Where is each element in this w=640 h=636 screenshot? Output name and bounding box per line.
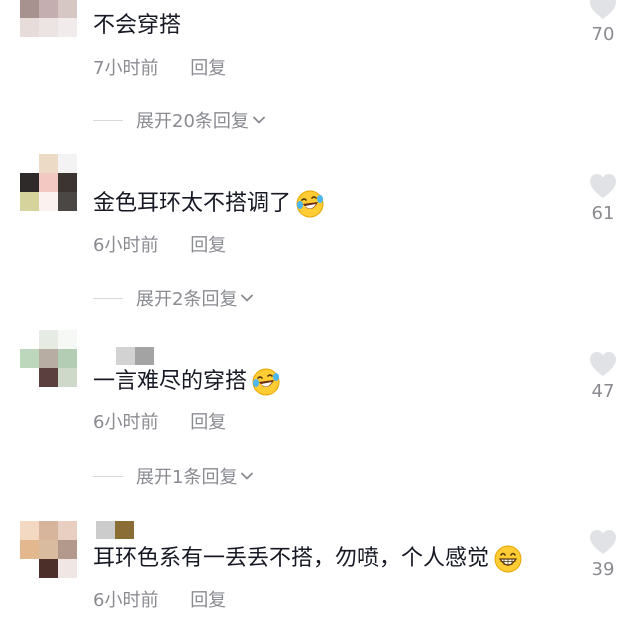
avatar-pixel bbox=[58, 540, 77, 559]
comment-text: 耳环色系有一丢丢不搭，勿喷，个人感觉 bbox=[93, 544, 523, 574]
reply-button[interactable]: 回复 bbox=[190, 235, 226, 256]
avatar-pixel bbox=[58, 192, 77, 211]
chevron-down-icon bbox=[241, 472, 254, 480]
avatar-pixel bbox=[20, 559, 39, 578]
avatar-pixel bbox=[39, 368, 58, 387]
avatar-pixel bbox=[39, 330, 58, 349]
comment-text-content: 一言难尽的穿搭 bbox=[93, 369, 248, 394]
chevron-down-icon bbox=[253, 116, 265, 124]
reply-button[interactable]: 回复 bbox=[190, 58, 226, 79]
comment-text-content: 耳环色系有一丢丢不搭，勿喷，个人感觉 bbox=[93, 546, 490, 571]
divider-line bbox=[93, 119, 123, 121]
avatar[interactable] bbox=[20, 154, 77, 211]
avatar-pixel bbox=[58, 154, 77, 173]
comment-time: 6小时前 bbox=[93, 235, 159, 256]
heart-icon bbox=[590, 530, 616, 554]
avatar-pixel bbox=[20, 192, 39, 211]
avatar-pixel bbox=[58, 368, 77, 387]
avatar-pixel bbox=[39, 18, 58, 37]
like-count: 39 bbox=[591, 559, 615, 580]
avatar-pixel bbox=[20, 521, 39, 540]
like-button[interactable]: 61 bbox=[586, 173, 620, 224]
grinning-emoji bbox=[494, 545, 522, 573]
avatar-pixel bbox=[20, 173, 39, 192]
comment-text: 一言难尽的穿搭 bbox=[93, 367, 281, 397]
avatar-pixel bbox=[58, 173, 77, 192]
like-button[interactable]: 47 bbox=[586, 351, 620, 402]
comment-time: 7小时前 bbox=[93, 58, 159, 79]
avatar[interactable] bbox=[20, 0, 77, 37]
avatar-pixel bbox=[39, 173, 58, 192]
avatar-pixel bbox=[39, 521, 58, 540]
username-pixel bbox=[116, 347, 135, 365]
comment-text: 不会穿搭 bbox=[93, 11, 181, 41]
avatar-pixel bbox=[58, 349, 77, 368]
avatar-pixel bbox=[20, 18, 39, 37]
reply-button[interactable]: 回复 bbox=[190, 590, 226, 611]
divider-line bbox=[93, 475, 123, 477]
laughing-tears-emoji bbox=[252, 368, 280, 396]
avatar-pixel bbox=[39, 154, 58, 173]
avatar-pixel bbox=[39, 540, 58, 559]
comment-meta: 6小时前 回复 bbox=[93, 586, 226, 612]
comment-text: 金色耳环太不搭调了 bbox=[93, 189, 325, 219]
avatar-pixel bbox=[58, 18, 77, 37]
avatar-pixel bbox=[58, 0, 77, 18]
expand-replies-label: 展开2条回复 bbox=[136, 289, 238, 310]
heart-icon bbox=[590, 174, 616, 198]
like-count: 70 bbox=[591, 24, 615, 45]
avatar[interactable] bbox=[20, 330, 77, 387]
username-pixel bbox=[96, 521, 115, 539]
avatar-pixel bbox=[39, 0, 58, 18]
comment-meta: 6小时前 回复 bbox=[93, 231, 226, 257]
username-pixel bbox=[115, 521, 134, 539]
username-pixel bbox=[135, 347, 154, 365]
comment-time: 6小时前 bbox=[93, 590, 159, 611]
expand-replies-label: 展开20条回复 bbox=[136, 111, 249, 132]
username-blurred[interactable] bbox=[96, 521, 134, 539]
like-count: 47 bbox=[591, 381, 615, 402]
avatar-pixel bbox=[39, 192, 58, 211]
reply-button[interactable]: 回复 bbox=[190, 412, 226, 433]
comment-text-content: 金色耳环太不搭调了 bbox=[93, 191, 292, 216]
avatar[interactable] bbox=[20, 521, 77, 578]
like-button[interactable]: 39 bbox=[586, 529, 620, 580]
avatar-pixel bbox=[58, 330, 77, 349]
comment-time: 6小时前 bbox=[93, 412, 159, 433]
heart-icon bbox=[590, 0, 616, 19]
avatar-pixel bbox=[58, 559, 77, 578]
comment-text-content: 不会穿搭 bbox=[93, 13, 182, 38]
avatar-pixel bbox=[20, 349, 39, 368]
like-count: 61 bbox=[591, 203, 615, 224]
avatar-pixel bbox=[39, 349, 58, 368]
avatar-pixel bbox=[20, 368, 39, 387]
avatar-pixel bbox=[39, 559, 58, 578]
avatar-pixel bbox=[58, 521, 77, 540]
avatar-pixel bbox=[20, 0, 39, 18]
expand-replies-button[interactable]: 展开1条回复 bbox=[93, 463, 255, 489]
expand-replies-button[interactable]: 展开20条回复 bbox=[93, 107, 267, 133]
comment-meta: 6小时前 回复 bbox=[93, 408, 226, 434]
expand-replies-button[interactable]: 展开2条回复 bbox=[93, 285, 255, 311]
avatar-pixel bbox=[20, 330, 39, 349]
comment-meta: 7小时前 回复 bbox=[93, 54, 226, 80]
avatar-pixel bbox=[20, 154, 39, 173]
like-button[interactable]: 70 bbox=[586, 0, 620, 45]
expand-replies-label: 展开1条回复 bbox=[136, 467, 238, 488]
username-blurred[interactable] bbox=[116, 347, 154, 365]
chevron-down-icon bbox=[241, 294, 254, 302]
heart-icon bbox=[590, 352, 616, 376]
avatar-pixel bbox=[20, 540, 39, 559]
divider-line bbox=[93, 297, 123, 299]
laughing-tears-emoji bbox=[296, 190, 324, 218]
